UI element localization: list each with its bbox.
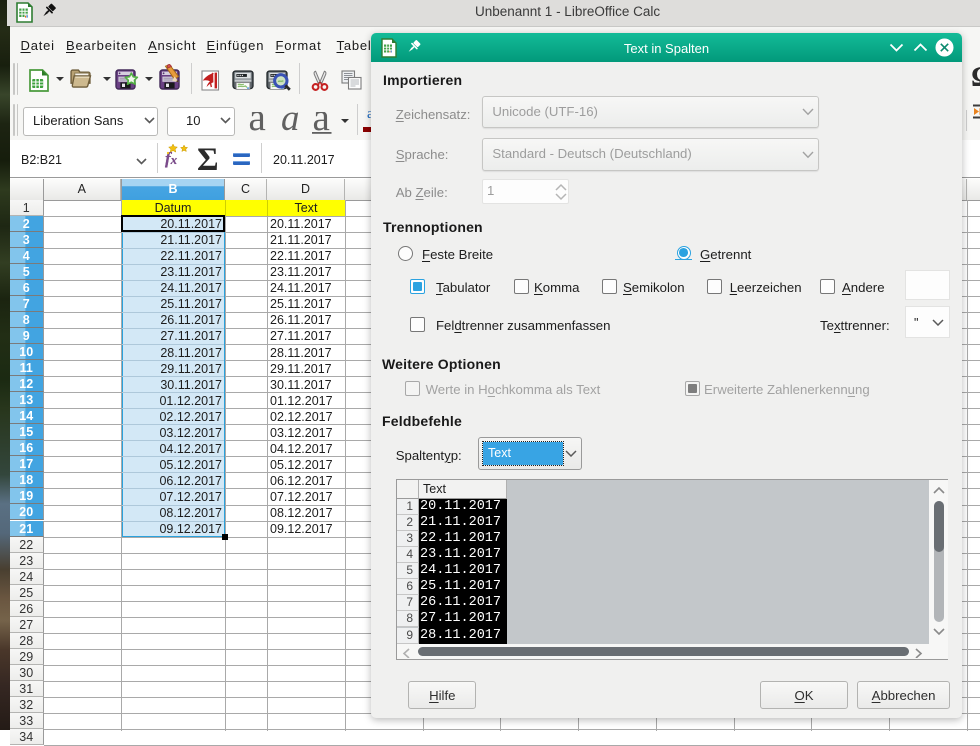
svg-text:Σ: Σ <box>197 146 218 172</box>
svg-text:a: a <box>249 112 266 132</box>
svg-text:a: a <box>281 112 300 132</box>
svg-text:a: a <box>313 112 330 135</box>
svg-text:Ω: Ω <box>971 64 980 90</box>
